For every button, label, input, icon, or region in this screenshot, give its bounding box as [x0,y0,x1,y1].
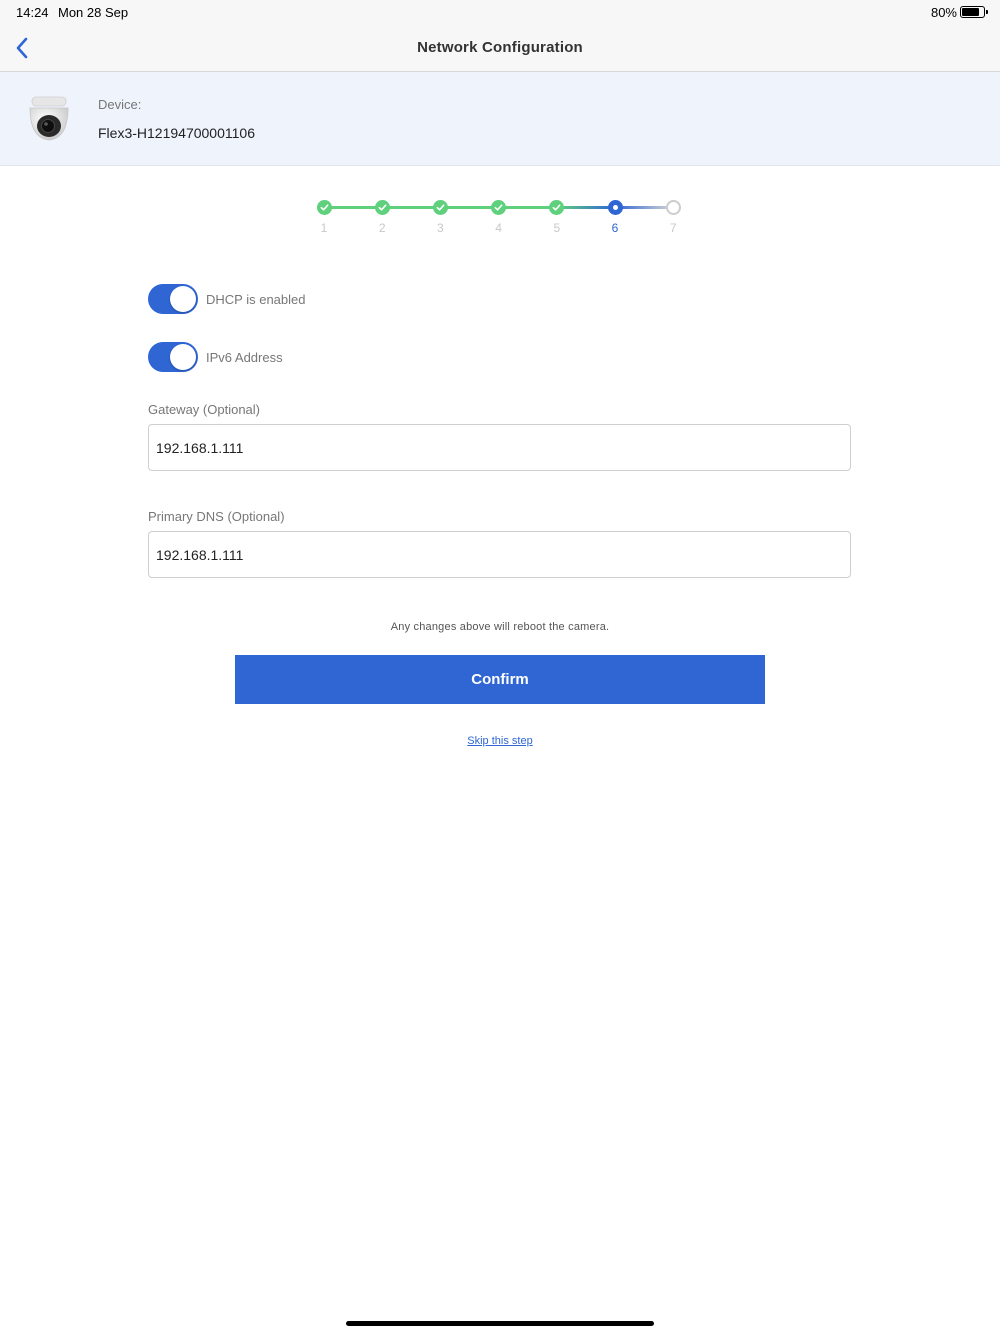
device-label: Device: [98,97,142,112]
checkmark-icon [320,204,328,211]
ipv6-toggle-row: IPv6 Address [148,341,283,373]
checkmark-icon [378,204,387,211]
ipv6-toggle[interactable] [148,342,198,372]
skip-step-link[interactable]: Skip this step [0,735,1000,747]
step-connector [440,206,499,209]
step-6-indicator [607,200,623,215]
dhcp-toggle-row: DHCP is enabled [148,283,305,315]
dome-camera-icon [29,96,69,141]
step-5-indicator [549,200,565,215]
step-4-label: 4 [495,221,502,235]
checkmark-icon [436,204,445,211]
step-4-indicator [491,200,507,215]
battery-fill [962,8,979,16]
step-7-label: 7 [669,221,677,235]
battery-icon [960,6,985,18]
primary-dns-label: Primary DNS (Optional) [148,509,285,524]
dhcp-toggle[interactable] [148,284,198,314]
gateway-label: Gateway (Optional) [148,402,260,417]
dhcp-toggle-label: DHCP is enabled [206,291,306,307]
progress-stepper: 1 2 3 4 5 6 7 [0,196,1000,246]
step-3-label: 3 [437,221,444,235]
gateway-input[interactable] [148,424,851,471]
step-1-label: 1 [320,221,328,235]
checkmark-icon [494,204,503,211]
step-1-indicator [316,200,332,215]
status-bar: 14:24 Mon 28 Sep 80% [0,0,1000,24]
primary-dns-input[interactable] [148,531,851,578]
page-title: Network Configuration [417,39,583,56]
step-6-label: 6 [611,221,619,235]
step-5-label: 5 [553,221,561,235]
battery-percent: 80% [930,5,957,20]
home-indicator [346,1321,654,1326]
step-2-label: 2 [378,221,386,235]
status-time: 14:24 [16,5,49,20]
toggle-knob [170,344,196,370]
confirm-button[interactable]: Confirm [235,655,765,704]
step-connector [324,206,383,209]
step-3-indicator [432,200,448,215]
device-panel: Device: Flex3-H12194700001106 [0,72,1000,166]
reboot-note: Any changes above will reboot the camera… [390,621,610,633]
ipv6-toggle-label: IPv6 Address [206,349,283,365]
checkmark-icon [552,204,561,211]
step-connector [498,206,557,209]
status-date: Mon 28 Sep [58,5,129,20]
device-name: Flex3-H12194700001106 [98,125,255,141]
step-connector [615,206,674,209]
step-connector [556,206,615,209]
battery-tip [986,10,988,14]
step-2-indicator [374,200,390,215]
step-connector [382,206,441,209]
step-7-indicator [665,200,681,215]
toggle-knob [170,286,196,312]
nav-bar: Network Configuration [0,24,1000,72]
